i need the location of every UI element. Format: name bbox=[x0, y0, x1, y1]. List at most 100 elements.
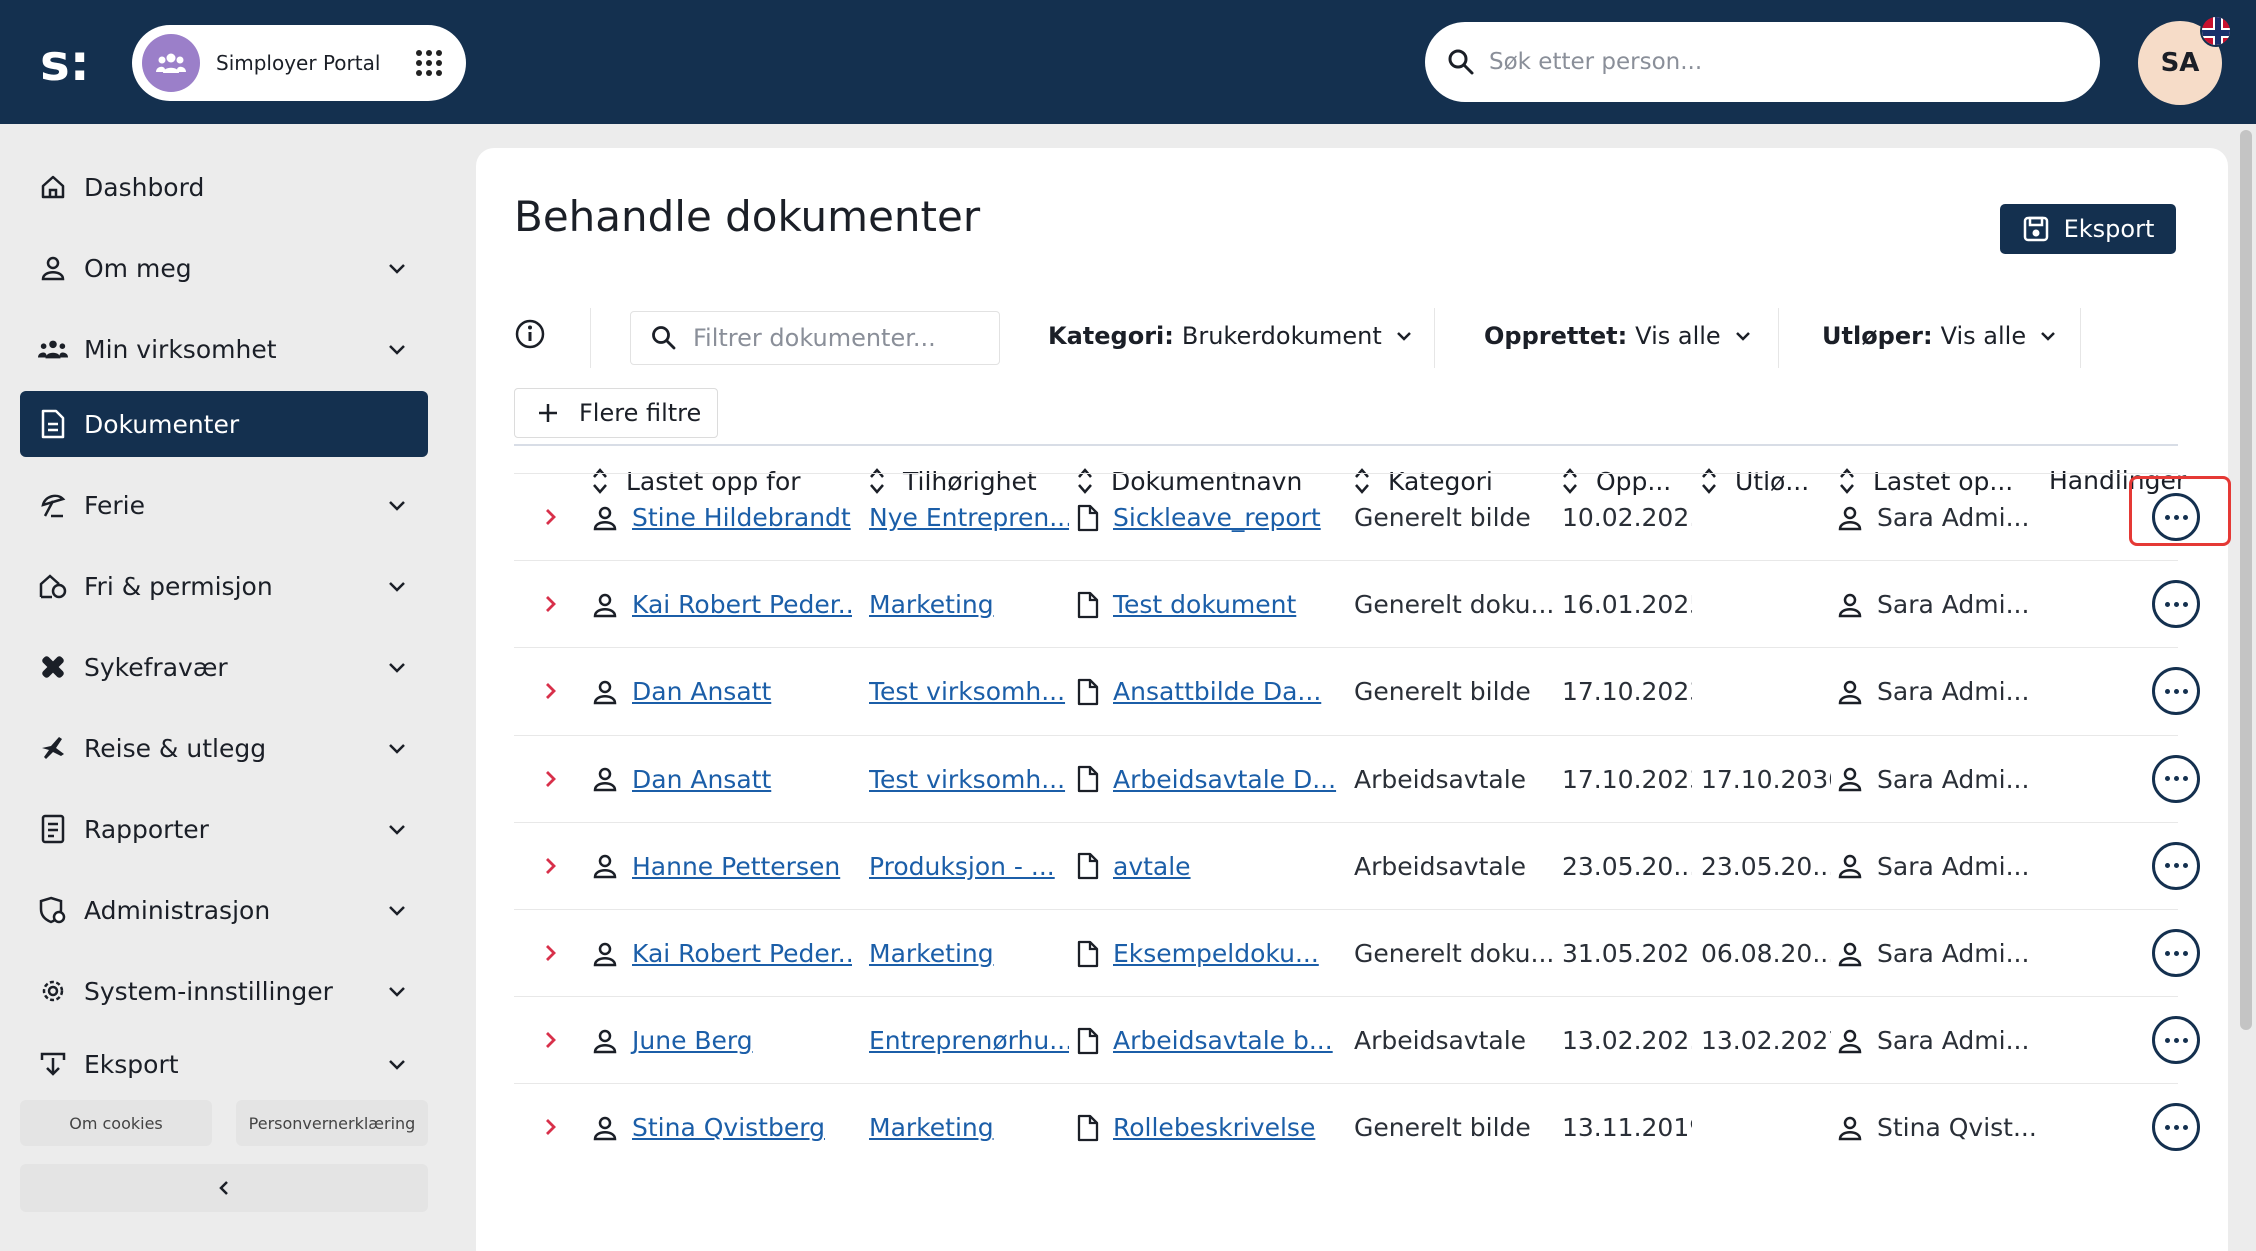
app-grid-icon[interactable] bbox=[416, 50, 442, 76]
sidebar-item-label: Dokumenter bbox=[84, 409, 240, 439]
expand-row-icon[interactable] bbox=[538, 505, 562, 529]
table-row[interactable]: Dan Ansatt Test virksomh... Ansattbilde Da… bbox=[514, 647, 2200, 735]
search-icon bbox=[1448, 49, 1474, 75]
person-link[interactable]: Kai Robert Peder... bbox=[632, 939, 852, 968]
gear-icon bbox=[38, 976, 68, 1006]
cell-expires: 06.08.20... bbox=[1701, 939, 1831, 968]
sidebar-item-label: Ferie bbox=[84, 490, 145, 520]
sidebar-item-rapporter[interactable]: Rapporter bbox=[20, 796, 428, 862]
cookies-button[interactable]: Om cookies bbox=[20, 1100, 212, 1146]
expand-row-icon[interactable] bbox=[538, 592, 562, 616]
person-link[interactable]: Stina Qvistberg bbox=[632, 1113, 825, 1142]
belonging-link[interactable]: Marketing bbox=[869, 590, 994, 619]
row-actions-button[interactable] bbox=[2152, 1016, 2200, 1065]
belonging-link[interactable]: Produksjon - ... bbox=[869, 852, 1055, 881]
person-link[interactable]: Stine Hildebrandt bbox=[632, 503, 851, 532]
cell-belonging: Marketing bbox=[869, 1084, 1069, 1171]
language-flag-icon[interactable] bbox=[2200, 15, 2232, 47]
info-icon[interactable] bbox=[514, 318, 546, 350]
cell-uploaded-by: Sara Admi... bbox=[1837, 648, 2077, 735]
person-link[interactable]: Dan Ansatt bbox=[632, 677, 771, 706]
document-filter-input[interactable] bbox=[693, 324, 973, 352]
document-link[interactable]: Sickleave_report bbox=[1113, 503, 1321, 532]
expand-row-icon[interactable] bbox=[538, 1028, 562, 1052]
row-actions-button[interactable] bbox=[2152, 841, 2200, 890]
row-actions-button[interactable] bbox=[2152, 929, 2200, 977]
table-row[interactable]: June Berg Entreprenørhu... Arbeidsavtale b… bbox=[514, 996, 2200, 1084]
document-link[interactable]: Ansattbilde Da... bbox=[1113, 677, 1321, 706]
belonging-link[interactable]: Test virksomh... bbox=[869, 765, 1065, 794]
simployer-logo[interactable]: s: bbox=[40, 36, 94, 90]
created-filter-dropdown[interactable]: Opprettet: Vis alle bbox=[1484, 322, 1753, 350]
row-actions-button[interactable] bbox=[2152, 754, 2200, 803]
sidebar-item-fri-permisjon[interactable]: Fri & permisjon bbox=[20, 553, 428, 619]
sidebar-item-ferie[interactable]: Ferie bbox=[20, 472, 428, 538]
document-link[interactable]: Rollebeskrivelse bbox=[1113, 1113, 1315, 1142]
person-search-input[interactable] bbox=[1489, 49, 2049, 75]
sidebar-item-eksport[interactable]: Eksport bbox=[20, 1039, 428, 1079]
table-row[interactable]: Stine Hildebrandt Nye Entrepren... Sicklea… bbox=[514, 473, 2231, 561]
table-row[interactable]: Kai Robert Peder... Marketing Eksempeldoku… bbox=[514, 909, 2200, 996]
person-link[interactable]: Hanne Pettersen bbox=[632, 852, 840, 881]
sidebar-item-dashbord[interactable]: Dashbord bbox=[20, 154, 428, 220]
belonging-link[interactable]: Marketing bbox=[869, 1113, 994, 1142]
chevron-down-icon bbox=[389, 1060, 405, 1070]
person-icon bbox=[38, 253, 68, 283]
sidebar-item-om-meg[interactable]: Om meg bbox=[20, 235, 428, 301]
belonging-link[interactable]: Marketing bbox=[869, 939, 994, 968]
sidebar-item-label: Sykefravær bbox=[84, 652, 228, 682]
belonging-link[interactable]: Entreprenørhu... bbox=[869, 1026, 1069, 1055]
sidebar-item-administrasjon[interactable]: Administrasjon bbox=[20, 877, 428, 943]
collapse-sidebar-button[interactable] bbox=[20, 1164, 428, 1212]
expand-row-icon[interactable] bbox=[538, 854, 562, 878]
portal-switcher[interactable]: Simployer Portal bbox=[132, 25, 466, 101]
table-row[interactable]: Dan Ansatt Test virksomh... Arbeidsavtale … bbox=[514, 734, 2200, 822]
document-filter[interactable] bbox=[630, 311, 1000, 365]
sidebar-item-dokumenter[interactable]: Dokumenter bbox=[20, 391, 428, 457]
row-actions-button[interactable] bbox=[2152, 667, 2200, 716]
cell-category: Generelt doku... bbox=[1354, 939, 1554, 968]
person-link[interactable]: June Berg bbox=[632, 1026, 753, 1055]
document-link[interactable]: Test dokument bbox=[1113, 590, 1296, 619]
person-icon bbox=[592, 941, 618, 967]
table-row[interactable]: Hanne Pettersen Produksjon - ... avtale Arb… bbox=[514, 821, 2200, 909]
table-row[interactable]: Kai Robert Peder... Marketing Test dokumen… bbox=[514, 560, 2200, 647]
expires-filter-dropdown[interactable]: Utløper: Vis alle bbox=[1822, 322, 2058, 350]
file-icon bbox=[1077, 852, 1099, 880]
person-link[interactable]: Kai Robert Peder... bbox=[632, 590, 852, 619]
expand-row-icon[interactable] bbox=[538, 941, 562, 965]
page-scrollbar[interactable] bbox=[2240, 130, 2252, 1030]
belonging-link[interactable]: Test virksomh... bbox=[869, 677, 1065, 706]
expand-row-icon[interactable] bbox=[538, 767, 562, 791]
sidebar-item-system-innstillinger[interactable]: System-innstillinger bbox=[20, 958, 428, 1024]
uploader-name: Sara Admi... bbox=[1877, 590, 2030, 620]
sidebar-item-sykefravaer[interactable]: Sykefravær bbox=[20, 634, 428, 700]
belonging-link[interactable]: Nye Entrepren... bbox=[869, 503, 1069, 532]
sidebar-item-min-virksomhet[interactable]: Min virksomhet bbox=[20, 316, 428, 382]
document-link[interactable]: avtale bbox=[1113, 852, 1191, 881]
person-search[interactable] bbox=[1425, 22, 2100, 102]
user-initials: SA bbox=[2160, 48, 2200, 78]
category-filter-dropdown[interactable]: Kategori: Brukerdokument bbox=[1048, 322, 1414, 350]
admin-icon bbox=[38, 895, 68, 925]
cell-uploaded-for: Stine Hildebrandt bbox=[592, 474, 852, 561]
dot bbox=[2182, 863, 2188, 869]
cell-doc-name: Rollebeskrivelse bbox=[1077, 1084, 1347, 1171]
created-filter-value: Vis alle bbox=[1635, 322, 1721, 350]
document-link[interactable]: Eksempeldoku... bbox=[1113, 939, 1319, 968]
person-link[interactable]: Dan Ansatt bbox=[632, 765, 771, 794]
sidebar-item-reise-utlegg[interactable]: Reise & utlegg bbox=[20, 715, 428, 781]
table-row[interactable]: Stina Qvistberg Marketing Rollebeskrivelse… bbox=[514, 1083, 2200, 1171]
row-actions-button[interactable] bbox=[2152, 580, 2200, 629]
more-filters-button[interactable]: Flere filtre bbox=[514, 388, 718, 438]
expand-row-icon[interactable] bbox=[538, 679, 562, 703]
cell-created: 10.02.202... bbox=[1562, 503, 1692, 532]
row-actions-button[interactable] bbox=[2152, 1103, 2200, 1152]
document-link[interactable]: Arbeidsavtale b... bbox=[1113, 1026, 1333, 1055]
privacy-button[interactable]: Personvernerklæring bbox=[236, 1100, 428, 1146]
cell-uploaded-for: June Berg bbox=[592, 997, 852, 1084]
document-link[interactable]: Arbeidsavtale D... bbox=[1113, 765, 1336, 794]
user-avatar[interactable]: SA bbox=[2138, 15, 2232, 105]
expand-row-icon[interactable] bbox=[538, 1115, 562, 1139]
export-button[interactable]: Eksport bbox=[2000, 204, 2176, 254]
